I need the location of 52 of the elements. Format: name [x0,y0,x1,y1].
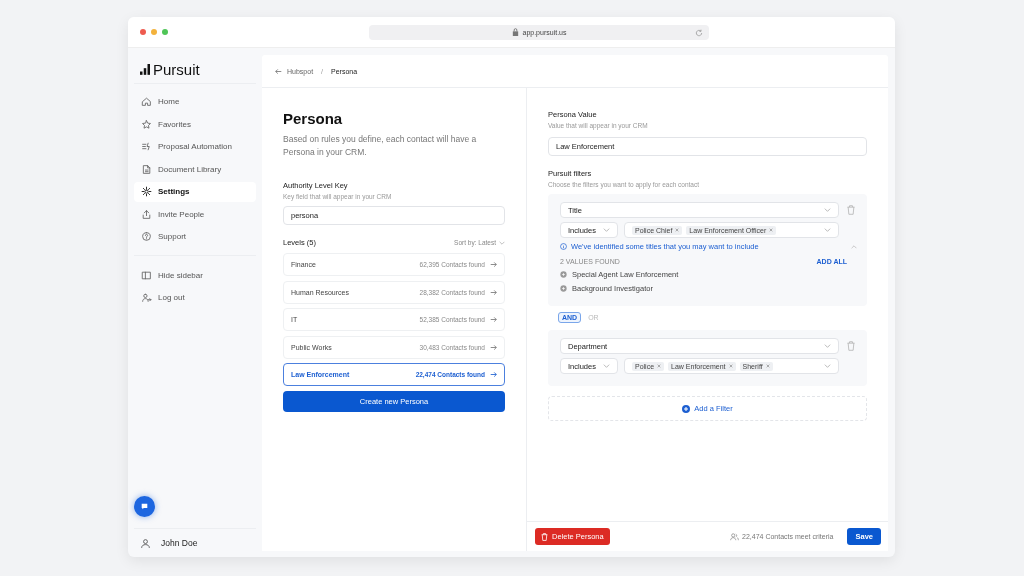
sidebar-icon [141,269,152,281]
page-description: Based on rules you define, each contact will have a Persona in your CRM. [283,133,478,159]
sidebar-item[interactable]: Settings [134,182,256,202]
lock-icon [511,28,519,36]
automation-icon [141,141,152,153]
back-arrow-icon[interactable] [275,67,282,75]
arrow-right-icon [490,316,497,323]
arrow-right-icon [490,261,497,268]
sidebar-item[interactable]: Invite People [134,204,256,224]
trash-icon[interactable] [845,205,857,215]
info-icon [560,243,567,250]
users-icon [730,532,740,541]
arrow-right-icon [490,288,497,296]
arrow-right-icon [490,343,497,351]
share-icon [141,208,152,220]
trash-icon [541,532,548,541]
page-title: Persona [283,110,344,127]
chevron-up-icon[interactable] [851,244,857,249]
chevron-icon [824,208,831,212]
user-icon [140,537,151,549]
sidebar-item[interactable]: Log out [134,288,256,308]
home-icon [141,96,152,108]
user-menu[interactable]: John Doe [134,528,256,557]
chat-icon [141,503,148,510]
chevron-icon [824,344,831,348]
chevron-icon [499,240,505,245]
minimize-icon[interactable] [151,29,157,35]
chat-button[interactable] [134,496,155,517]
plus-circle-icon [560,271,567,278]
chevron-icon [603,364,610,368]
reload-icon[interactable] [695,28,703,37]
chevron-icon [824,228,831,232]
chevron-icon [824,364,831,368]
sidebar-item[interactable]: Favorites [134,114,256,134]
chevron-icon [603,228,610,232]
sidebar-item[interactable]: Document Library [134,159,256,179]
logout-icon [141,292,152,304]
logo-text: Pursuit [153,60,200,78]
sidebar-item[interactable]: Hide sidebar [134,265,256,285]
help-icon [141,231,152,243]
star-icon [141,118,152,130]
plus-circle-icon [682,404,691,413]
close-icon[interactable] [140,29,146,35]
sidebar-item[interactable]: Proposal Automation [134,137,256,157]
sidebar-item[interactable]: Support [134,227,256,247]
document-icon [141,163,152,175]
trash-icon[interactable] [845,341,857,351]
sidebar-item[interactable]: Home [134,92,256,112]
logo-icon [140,63,150,75]
maximize-icon[interactable] [162,29,168,35]
plus-circle-icon [560,285,567,292]
arrow-right-icon [490,371,497,378]
